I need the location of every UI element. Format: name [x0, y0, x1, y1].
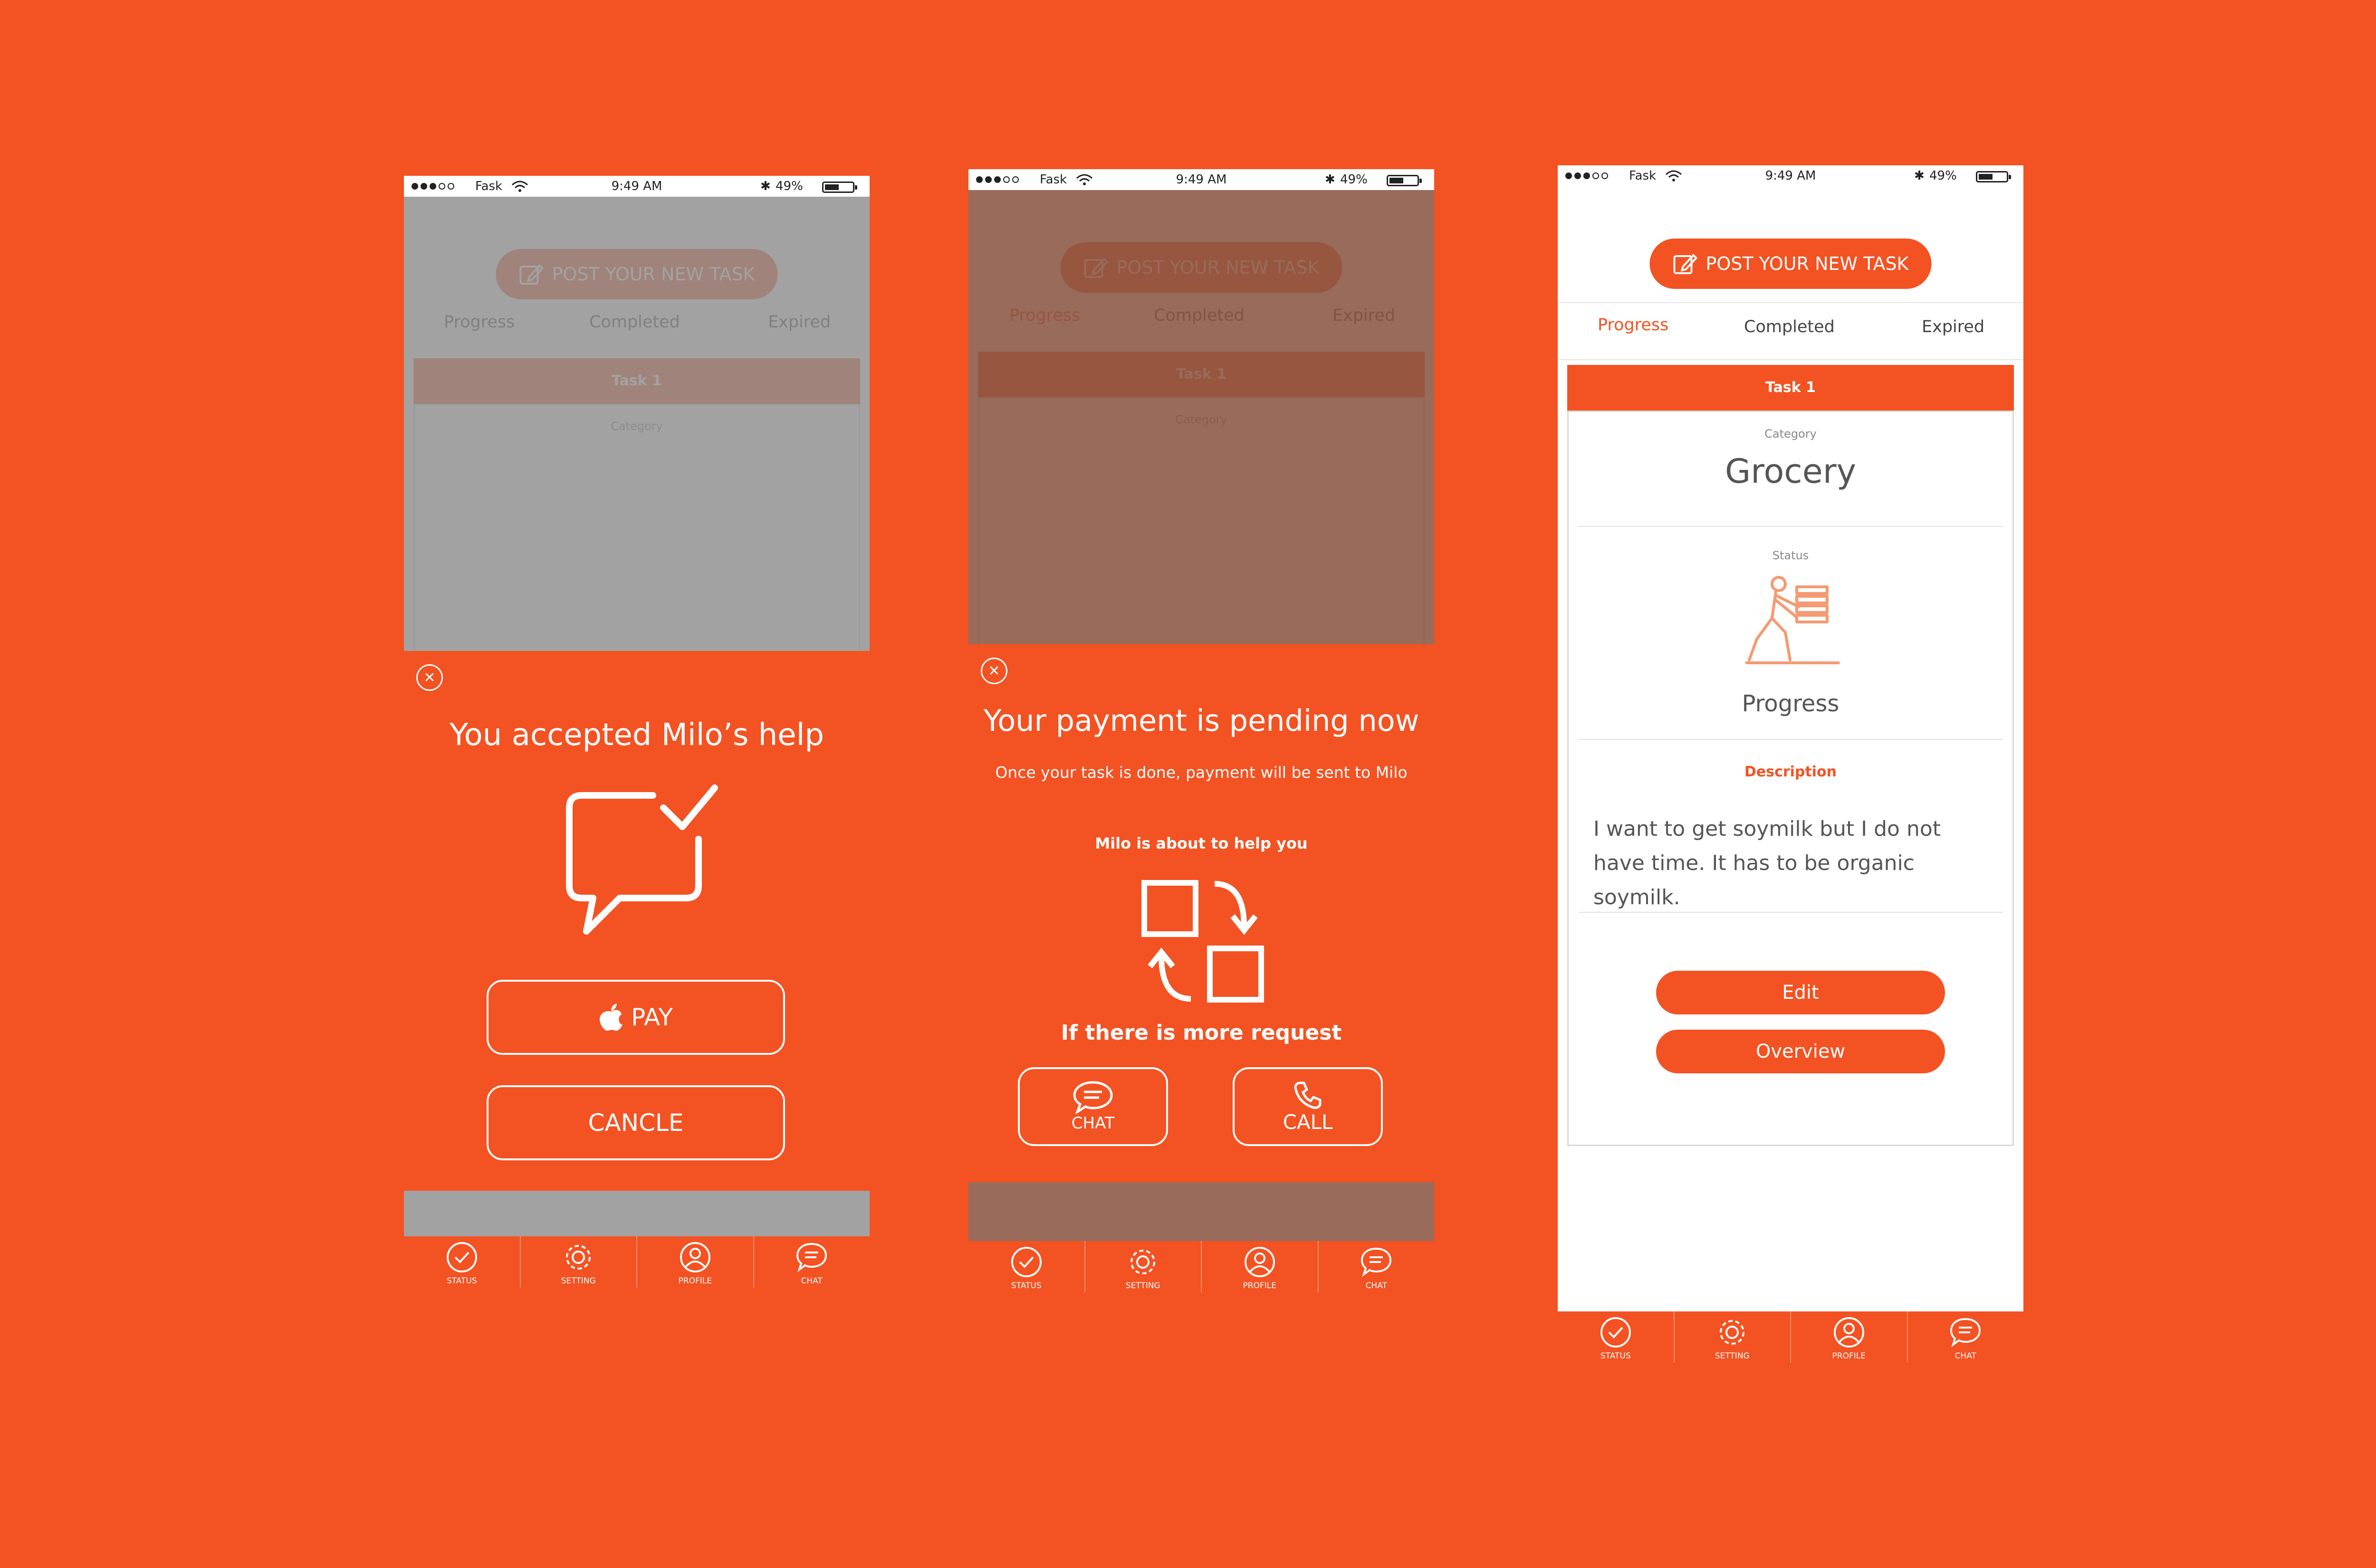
status-bar: Fask 9:49 AM ✱ 49% — [1558, 165, 2023, 186]
divider — [1578, 526, 2003, 527]
bottom-nav: STATUS SETTING PROFILE CHAT — [968, 1241, 1434, 1292]
message-check-icon — [566, 784, 718, 935]
nav-label: CHAT — [801, 1276, 823, 1286]
close-icon[interactable]: ✕ — [981, 658, 1007, 684]
status-label: Status — [1772, 549, 1809, 562]
battery-percent: 49% — [1929, 169, 1957, 183]
nav-label: STATUS — [1011, 1281, 1042, 1291]
profile-icon — [680, 1242, 710, 1272]
status-bar: Fask 9:49 AM ✱ 49% — [404, 176, 870, 197]
task-header: Task 1 — [1567, 365, 2014, 411]
edit-square-icon — [1673, 254, 1697, 274]
chat-bubble-icon — [1950, 1318, 1981, 1348]
nav-profile[interactable]: PROFILE — [1790, 1311, 1907, 1363]
modal-title: You accepted Milo’s help — [450, 717, 824, 753]
chat-bubble-icon — [1361, 1247, 1392, 1277]
battery-icon — [822, 182, 857, 193]
task-card: Category Grocery Status Progress Descrip… — [1567, 411, 2014, 1146]
apple-icon — [600, 1004, 623, 1031]
bottom-nav: STATUS SETTING PROFILE CHAT — [404, 1236, 870, 1288]
chat-label: CHAT — [1071, 1114, 1115, 1133]
nav-status[interactable]: STATUS — [404, 1236, 520, 1288]
nav-label: PROFILE — [1243, 1281, 1276, 1291]
nav-label: SETTING — [1125, 1281, 1160, 1291]
nav-label: PROFILE — [1832, 1351, 1866, 1361]
battery-percent: 49% — [776, 179, 803, 193]
edit-button[interactable]: Edit — [1656, 971, 1945, 1014]
status-bar: Fask 9:49 AM ✱ 49% — [968, 169, 1434, 190]
nav-profile[interactable]: PROFILE — [636, 1236, 753, 1288]
nav-label: PROFILE — [678, 1276, 712, 1286]
category-value: Grocery — [1725, 452, 1857, 491]
description-label: Description — [1744, 764, 1837, 780]
helper-text: Milo is about to help you — [1095, 834, 1308, 852]
nav-chat[interactable]: CHAT — [1317, 1241, 1435, 1292]
bottom-nav: STATUS SETTING PROFILE CHAT — [1558, 1311, 2023, 1363]
nav-label: STATUS — [446, 1276, 477, 1286]
tab-completed[interactable]: Completed — [1744, 317, 1835, 336]
battery-icon — [1976, 171, 2011, 182]
pay-label: PAY — [631, 1004, 673, 1031]
phone-accepted-help: Fask 9:49 AM ✱ 49% POST YOUR NEW TASK Pr… — [404, 176, 870, 1288]
gear-icon — [1131, 1250, 1156, 1274]
description-text: I want to get soymilk but I do not have … — [1593, 817, 1941, 909]
battery-percent: 49% — [1340, 172, 1368, 187]
battery-icon — [1387, 175, 1422, 186]
profile-icon — [1833, 1317, 1864, 1348]
delivery-person-icon — [1745, 576, 1840, 664]
gear-icon — [1720, 1320, 1745, 1345]
nav-profile[interactable]: PROFILE — [1201, 1241, 1318, 1292]
nav-label: CHAT — [1365, 1281, 1387, 1291]
chat-bubble-icon — [1073, 1081, 1113, 1114]
app-screen: POST YOUR NEW TASK Progress Completed Ex… — [968, 190, 1434, 1292]
nav-label: SETTING — [1715, 1351, 1750, 1361]
profile-icon — [1244, 1247, 1275, 1277]
divider — [1578, 912, 2003, 913]
close-icon[interactable]: ✕ — [416, 664, 443, 691]
nav-chat[interactable]: CHAT — [1907, 1311, 2024, 1363]
nav-status[interactable]: STATUS — [968, 1241, 1084, 1292]
phone-icon — [1294, 1081, 1322, 1109]
bluetooth-icon: ✱ — [1325, 172, 1335, 187]
nav-setting[interactable]: SETTING — [1673, 1311, 1791, 1363]
check-circle-icon — [446, 1242, 477, 1272]
nav-status[interactable]: STATUS — [1558, 1311, 1674, 1363]
nav-label: CHAT — [1954, 1351, 1976, 1361]
post-new-task-button[interactable]: POST YOUR NEW TASK — [1649, 239, 1932, 289]
phone-task-detail: Fask 9:49 AM ✱ 49% POST YOUR NEW TASK Pr… — [1558, 165, 2023, 1363]
status-value: Progress — [1742, 690, 1839, 717]
nav-label: STATUS — [1600, 1351, 1631, 1361]
nav-chat[interactable]: CHAT — [753, 1236, 870, 1288]
check-circle-icon — [1600, 1317, 1631, 1348]
more-request-text: If there is more request — [1061, 1021, 1342, 1045]
chat-bubble-icon — [796, 1243, 827, 1272]
pay-button[interactable]: PAY — [487, 980, 785, 1055]
task-tabs: Progress Completed Expired — [1558, 302, 2023, 360]
nav-setting[interactable]: SETTING — [519, 1236, 637, 1288]
modal-title: Your payment is pending now — [983, 703, 1419, 738]
tab-expired[interactable]: Expired — [1922, 317, 1984, 336]
cancel-button[interactable]: CANCLE — [487, 1085, 785, 1160]
check-circle-icon — [1011, 1247, 1042, 1277]
nav-label: SETTING — [561, 1276, 596, 1286]
modal-subtitle: Once your task is done, payment will be … — [995, 763, 1408, 782]
category-label: Category — [1764, 427, 1817, 440]
call-label: CALL — [1283, 1110, 1333, 1134]
gear-icon — [566, 1245, 591, 1270]
bluetooth-icon: ✱ — [1914, 169, 1925, 183]
bluetooth-icon: ✱ — [760, 179, 771, 193]
accepted-help-modal: ✕ You accepted Milo’s help PAY CANCLE — [404, 651, 870, 1191]
swap-arrows-icon — [1141, 880, 1264, 1003]
divider — [1578, 739, 2003, 740]
call-button[interactable]: CALL — [1233, 1067, 1383, 1146]
phone-payment-pending: Fask 9:49 AM ✱ 49% POST YOUR NEW TASK Pr… — [968, 169, 1434, 1292]
post-new-task-label: POST YOUR NEW TASK — [1705, 253, 1909, 274]
app-screen: POST YOUR NEW TASK Progress Completed Ex… — [404, 197, 870, 1288]
overview-button[interactable]: Overview — [1656, 1030, 1945, 1073]
chat-button[interactable]: CHAT — [1018, 1067, 1168, 1146]
payment-pending-modal: ✕ Your payment is pending now Once your … — [968, 644, 1434, 1182]
nav-setting[interactable]: SETTING — [1084, 1241, 1201, 1292]
app-screen: POST YOUR NEW TASK Progress Completed Ex… — [1558, 186, 2023, 1332]
tab-progress[interactable]: Progress — [1598, 316, 1668, 335]
